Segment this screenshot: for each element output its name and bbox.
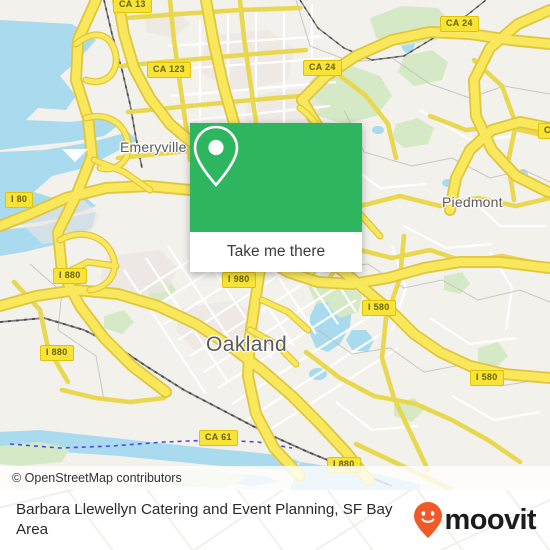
footer-bar: Barbara Llewellyn Catering and Event Pla… <box>0 490 550 550</box>
map-attribution[interactable]: © OpenStreetMap contributors <box>0 466 550 490</box>
highway-shield-ca24-e: CA 24 <box>440 16 479 32</box>
highway-shield-i880-n: I 880 <box>53 268 87 284</box>
place-label-oakland: Oakland <box>206 333 288 356</box>
map-canvas[interactable]: Emeryville Piedmont Oakland CA 13 CA 24 … <box>0 0 550 490</box>
highway-shield-i80: I 80 <box>5 192 34 208</box>
place-label-emeryville: Emeryville <box>120 139 187 155</box>
highway-shield-i980: I 980 <box>222 272 256 288</box>
location-popup-card[interactable]: Take me there <box>190 123 362 272</box>
water-pond-4 <box>372 126 384 134</box>
highway-shield-i580-w: I 580 <box>362 300 396 316</box>
take-me-there-label: Take me there <box>226 243 326 260</box>
highway-shield-ca13: CA 13 <box>113 0 152 13</box>
place-label-piedmont: Piedmont <box>442 194 503 210</box>
highway-shield-ca-edge: CA <box>538 123 550 139</box>
popup-pointer-tail <box>62 149 88 162</box>
take-me-there-button[interactable]: Take me there <box>190 232 362 272</box>
moovit-smiley-pin-icon <box>413 502 442 538</box>
moovit-logo[interactable]: moovit <box>413 501 537 539</box>
highway-shield-i580-e: I 580 <box>470 370 504 386</box>
highway-shield-i880-w: I 880 <box>40 345 74 361</box>
poi-title: Barbara Llewellyn Catering and Event Pla… <box>16 501 393 538</box>
highway-shield-ca61: CA 61 <box>199 430 238 446</box>
map-screenshot: Emeryville Piedmont Oakland CA 13 CA 24 … <box>0 0 550 550</box>
moovit-wordmark: moovit <box>444 503 537 536</box>
highway-shield-ca24-w: CA 24 <box>303 60 342 76</box>
highway-shield-ca123: CA 123 <box>147 62 191 78</box>
map-pin-icon <box>193 125 239 187</box>
popup-marker-panel <box>190 123 362 232</box>
